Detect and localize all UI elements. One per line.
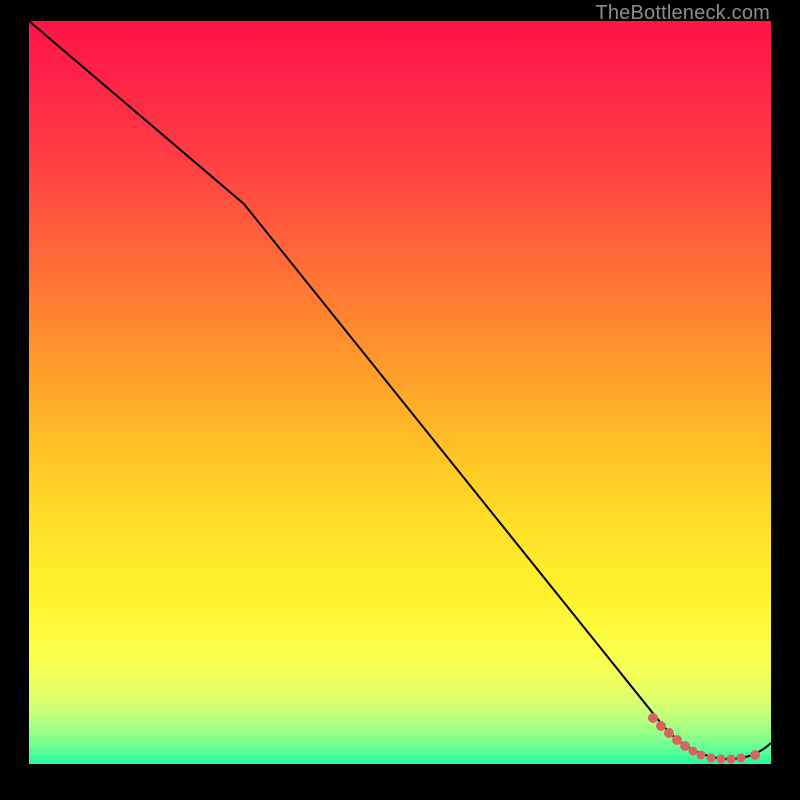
highlight-dot	[680, 741, 690, 751]
highlight-dot	[656, 721, 666, 731]
marker-group	[648, 713, 760, 764]
plot-overlay	[29, 21, 771, 764]
highlight-dot	[664, 728, 674, 738]
highlight-dot	[717, 755, 726, 764]
highlight-dot	[737, 754, 746, 763]
chart-stage: TheBottleneck.com	[0, 0, 800, 800]
highlight-dot	[727, 755, 736, 764]
highlight-dot	[672, 735, 682, 745]
curve-line	[29, 21, 771, 759]
highlight-dot	[689, 747, 698, 756]
highlight-dot	[750, 750, 760, 760]
highlight-dot	[707, 754, 716, 763]
highlight-dot	[697, 751, 706, 760]
highlight-dot	[648, 713, 658, 723]
